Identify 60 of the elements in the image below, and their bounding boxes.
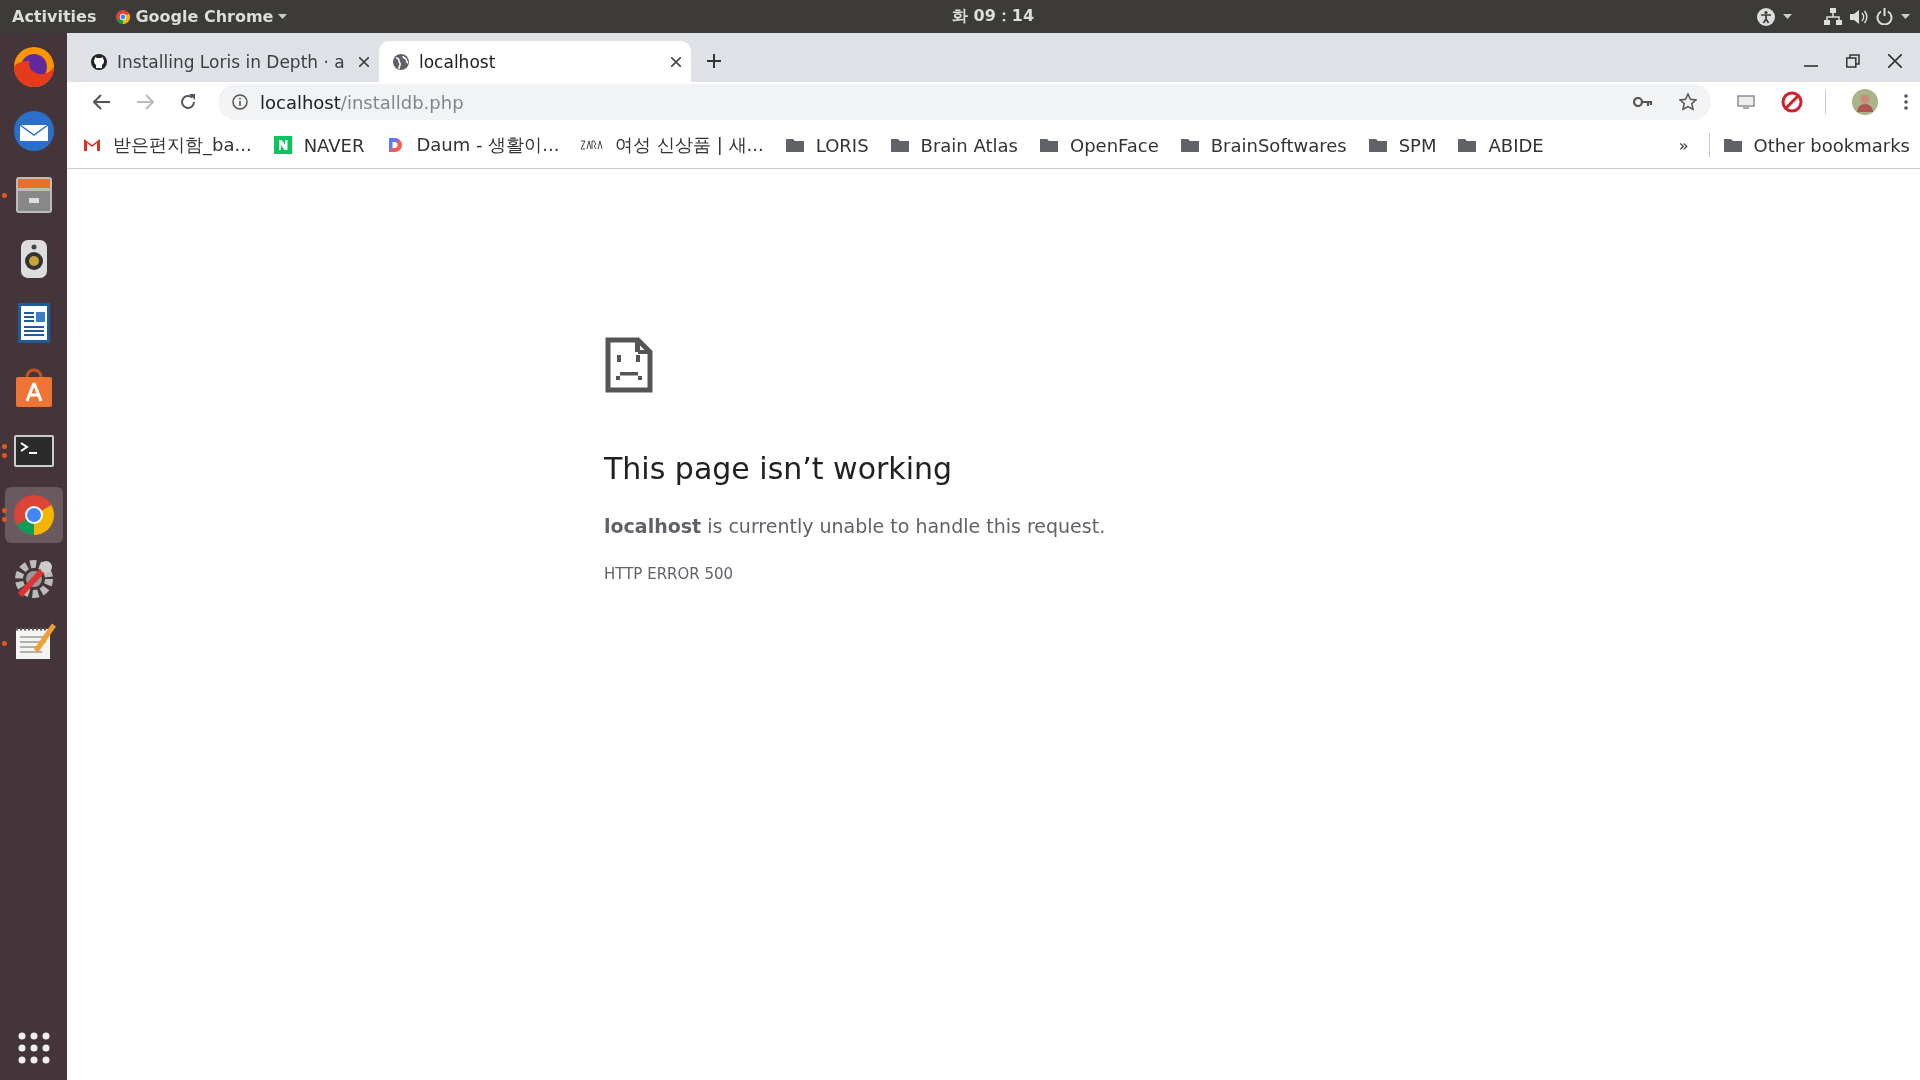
bookmark[interactable]: OpenFace bbox=[1039, 134, 1159, 156]
address-bar[interactable]: localhost/installdb.php bbox=[218, 84, 1711, 120]
close-icon[interactable] bbox=[671, 56, 681, 67]
more-menu-icon[interactable] bbox=[1904, 94, 1908, 110]
github-icon bbox=[91, 53, 107, 70]
error-message: localhost is currently unable to handle this request. bbox=[604, 515, 1107, 537]
back-arrow-icon[interactable] bbox=[93, 94, 111, 110]
caret-icon[interactable] bbox=[1783, 14, 1792, 19]
bookmark[interactable]: BrainSoftwares bbox=[1180, 134, 1347, 156]
bookmark[interactable]: NAVER bbox=[273, 134, 365, 156]
volume-icon[interactable] bbox=[1850, 8, 1868, 25]
power-icon[interactable] bbox=[1876, 8, 1893, 25]
browser-tab[interactable]: Installing Loris in Depth · a bbox=[77, 41, 379, 82]
naver-icon bbox=[273, 136, 292, 154]
folder-icon bbox=[1180, 137, 1199, 153]
bookmark[interactable]: Daum - 생활이... bbox=[386, 133, 560, 157]
folder-icon bbox=[1368, 137, 1387, 153]
bookmarks-overflow-button[interactable]: » bbox=[1678, 135, 1689, 155]
star-icon[interactable] bbox=[1679, 93, 1697, 111]
caret-icon bbox=[278, 14, 288, 19]
accessibility-icon[interactable] bbox=[1757, 7, 1775, 26]
network-icon[interactable] bbox=[1824, 8, 1842, 25]
caret-icon[interactable] bbox=[1901, 14, 1910, 19]
folder-icon bbox=[1723, 137, 1742, 153]
error-code: HTTP ERROR 500 bbox=[604, 565, 735, 583]
envelope-icon bbox=[11, 109, 56, 153]
activities-button[interactable]: Activities bbox=[12, 7, 97, 26]
error-heading: This page isn’t working bbox=[604, 451, 954, 486]
app-grid-icon[interactable] bbox=[17, 1032, 50, 1064]
chrome-icon bbox=[116, 9, 131, 24]
folder-icon bbox=[785, 137, 804, 153]
folder-icon bbox=[890, 137, 909, 153]
reload-icon[interactable] bbox=[179, 93, 197, 111]
bookmark[interactable]: SPM bbox=[1368, 134, 1437, 156]
key-icon[interactable] bbox=[1633, 97, 1653, 107]
daum-icon bbox=[386, 136, 405, 154]
bookmark[interactable]: Brain Atlas bbox=[890, 134, 1018, 156]
app-menu[interactable]: Google Chrome bbox=[116, 7, 288, 26]
browser-tab[interactable]: localhost bbox=[379, 41, 691, 82]
gmail-icon bbox=[83, 136, 101, 154]
close-icon[interactable] bbox=[359, 56, 369, 67]
bookmark[interactable]: 여성 신상품 | 새... bbox=[581, 133, 764, 157]
bookmark[interactable]: ABIDE bbox=[1458, 134, 1544, 156]
avatar-icon[interactable] bbox=[1852, 89, 1878, 115]
chrome-icon bbox=[11, 493, 56, 537]
wordmark-icon bbox=[581, 139, 604, 151]
clock[interactable]: 화 09：14 bbox=[952, 6, 1035, 27]
folder-icon bbox=[1458, 137, 1477, 153]
dock-item[interactable] bbox=[4, 487, 63, 543]
globe-icon bbox=[393, 53, 409, 70]
blocked-sign-icon[interactable] bbox=[1781, 91, 1803, 113]
restore-icon[interactable] bbox=[1846, 54, 1860, 68]
info-icon[interactable] bbox=[232, 94, 248, 110]
close-icon[interactable] bbox=[1888, 54, 1902, 68]
bookmark[interactable]: LORIS bbox=[785, 134, 869, 156]
folder-icon bbox=[1039, 137, 1058, 153]
plus-icon[interactable] bbox=[707, 54, 721, 68]
sad-page-icon bbox=[605, 337, 653, 393]
bookmark[interactable]: 받은편지함_ba... bbox=[83, 133, 252, 157]
bookmark-folder[interactable]: Other bookmarks bbox=[1723, 134, 1910, 156]
